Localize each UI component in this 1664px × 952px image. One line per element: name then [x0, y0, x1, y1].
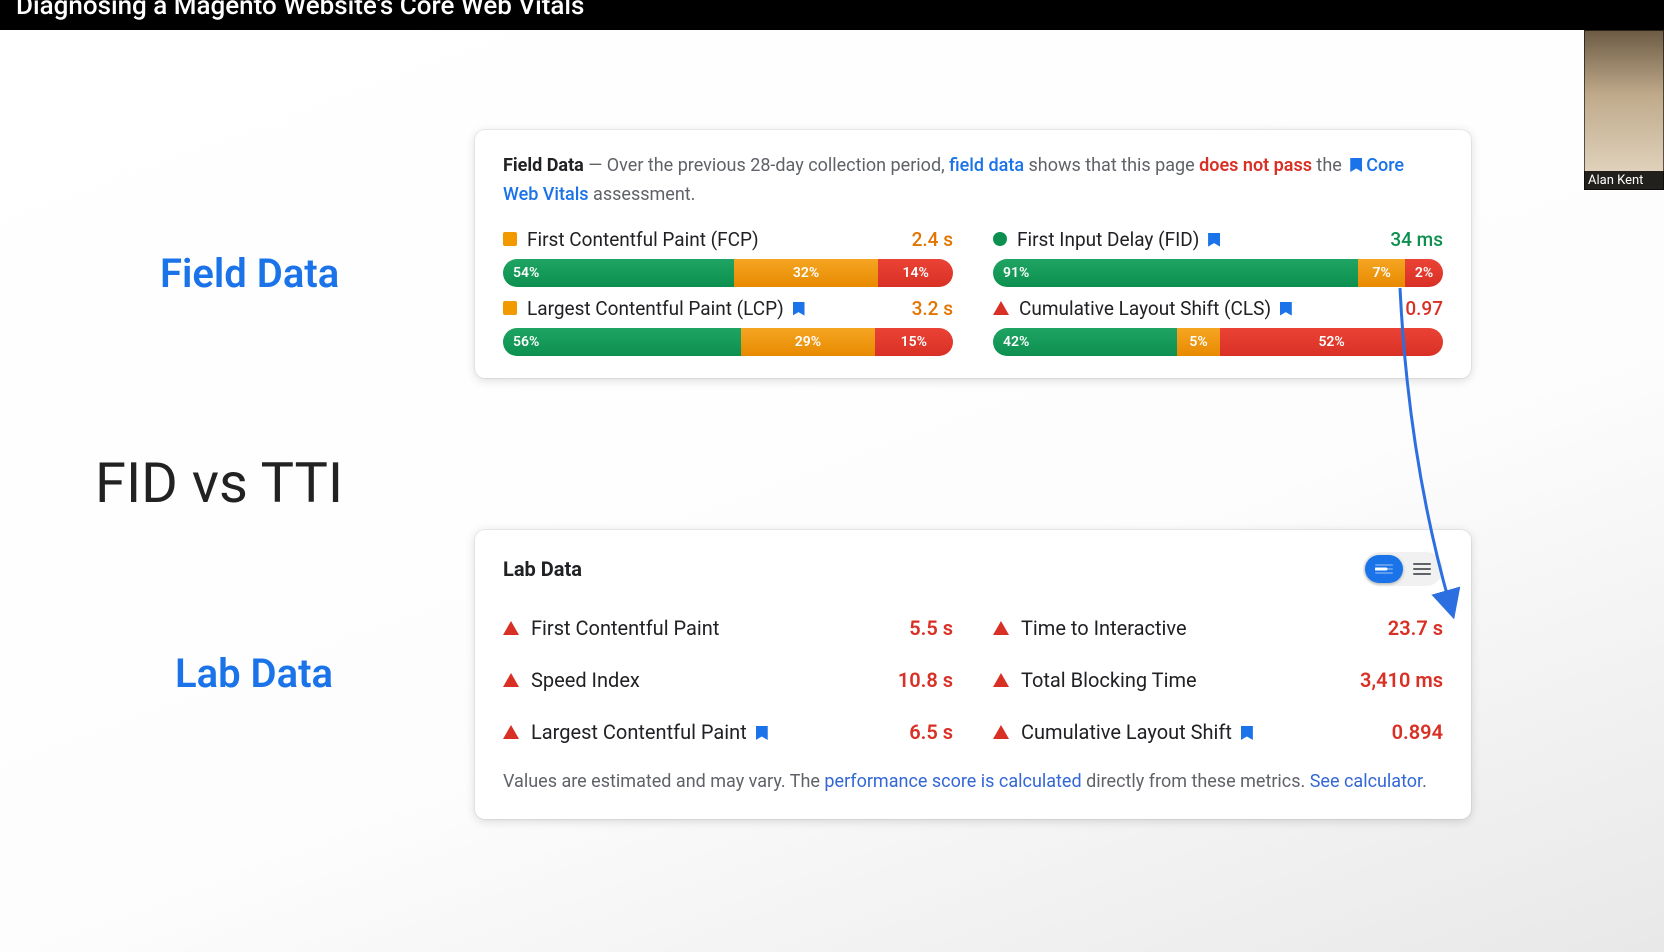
metric-cls: Cumulative Layout Shift (CLS) 0.97 42% 5… [993, 297, 1443, 356]
dist-good: 42% [993, 328, 1177, 356]
dist-needs: 32% [734, 259, 879, 287]
lab-metric-name: Time to Interactive [1021, 616, 1376, 640]
bookmark-icon [793, 302, 805, 316]
video-title-bar: Diagnosing a Magento Website's Core Web … [0, 0, 1664, 30]
triangle-icon [993, 725, 1009, 739]
triangle-icon [503, 621, 519, 635]
triangle-icon [503, 673, 519, 687]
bookmark-icon [1208, 233, 1220, 247]
triangle-icon [993, 673, 1009, 687]
dist-needs: 29% [741, 328, 874, 356]
dist-good: 56% [503, 328, 741, 356]
triangle-icon [993, 301, 1009, 315]
lab-metric-name: Cumulative Layout Shift [1021, 720, 1380, 744]
lab-metric-name: Largest Contentful Paint [531, 720, 897, 744]
lab-data-card: Lab Data First Contentful Paint 5.5 s Ti… [475, 530, 1471, 819]
side-label-field: Field Data [160, 250, 339, 297]
metric-name: First Input Delay (FID) [1017, 228, 1380, 251]
circle-icon [993, 232, 1007, 246]
lab-footer: Values are estimated and may vary. The p… [503, 768, 1443, 797]
dist-poor: 2% [1405, 259, 1443, 287]
lab-metric-si: Speed Index 10.8 s [503, 668, 953, 692]
cwv-fail-text: does not pass [1199, 155, 1312, 176]
see-calculator-link[interactable]: See calculator [1310, 771, 1422, 792]
metric-fcp: First Contentful Paint (FCP) 2.4 s 54% 3… [503, 228, 953, 287]
metric-fid: First Input Delay (FID) 34 ms 91% 7% 2% [993, 228, 1443, 287]
toggle-expanded-icon[interactable] [1403, 555, 1441, 583]
lab-data-title-row: Lab Data [503, 552, 1443, 586]
metric-value: 3.2 s [912, 297, 953, 320]
lab-metrics-grid: First Contentful Paint 5.5 s Time to Int… [503, 616, 1443, 744]
lab-metric-value: 0.894 [1392, 720, 1443, 744]
lab-metric-value: 3,410 ms [1360, 668, 1443, 692]
dist-poor: 52% [1220, 328, 1443, 356]
speaker-name-label: Alan Kent [1584, 171, 1664, 190]
lab-metric-fcp: First Contentful Paint 5.5 s [503, 616, 953, 640]
dist-poor: 14% [878, 259, 953, 287]
metric-name: Cumulative Layout Shift (CLS) [1019, 297, 1395, 320]
lab-metric-value: 5.5 s [909, 616, 953, 640]
lab-metric-cls: Cumulative Layout Shift 0.894 [993, 720, 1443, 744]
lab-metric-lcp: Largest Contentful Paint 6.5 s [503, 720, 953, 744]
triangle-icon [503, 725, 519, 739]
dist-good: 54% [503, 259, 734, 287]
slide-stage: Alan Kent Field Data FID vs TTI Lab Data… [0, 30, 1664, 952]
dist-needs: 7% [1358, 259, 1405, 287]
lab-metric-value: 6.5 s [909, 720, 953, 744]
metric-name: First Contentful Paint (FCP) [527, 228, 902, 251]
fid-distribution-bar: 91% 7% 2% [993, 259, 1443, 287]
dist-poor: 15% [875, 328, 954, 356]
toggle-compact-icon[interactable] [1365, 555, 1403, 583]
perf-score-calc-link[interactable]: performance score is calculated [824, 771, 1081, 792]
lab-metric-name: Total Blocking Time [1021, 668, 1348, 692]
speaker-thumbnail[interactable]: Alan Kent [1584, 30, 1664, 190]
metric-value: 34 ms [1390, 228, 1443, 251]
video-title: Diagnosing a Magento Website's Core Web … [16, 0, 584, 21]
metric-value: 0.97 [1405, 297, 1443, 320]
lab-data-title: Lab Data [503, 557, 582, 581]
lab-metric-value: 10.8 s [898, 668, 953, 692]
metric-value: 2.4 s [912, 228, 953, 251]
square-icon [503, 232, 517, 246]
lab-metric-tbt: Total Blocking Time 3,410 ms [993, 668, 1443, 692]
field-metrics-grid: First Contentful Paint (FCP) 2.4 s 54% 3… [503, 228, 1443, 356]
mid-label-fid-vs-tti: FID vs TTI [95, 450, 343, 516]
lab-metric-name: Speed Index [531, 668, 886, 692]
bookmark-icon [1350, 158, 1362, 172]
triangle-icon [993, 621, 1009, 635]
metric-name: Largest Contentful Paint (LCP) [527, 297, 902, 320]
cls-distribution-bar: 42% 5% 52% [993, 328, 1443, 356]
square-icon [503, 301, 517, 315]
bookmark-icon [756, 726, 768, 740]
side-label-lab: Lab Data [175, 650, 333, 697]
field-data-heading-strong: Field Data [503, 155, 584, 176]
lab-view-toggle[interactable] [1363, 552, 1443, 586]
lab-metric-value: 23.7 s [1388, 616, 1443, 640]
lab-metric-name: First Contentful Paint [531, 616, 897, 640]
bookmark-icon [1241, 726, 1253, 740]
field-data-card: Field Data — Over the previous 28-day co… [475, 130, 1471, 378]
lcp-distribution-bar: 56% 29% 15% [503, 328, 953, 356]
field-data-link[interactable]: field data [949, 155, 1024, 176]
fcp-distribution-bar: 54% 32% 14% [503, 259, 953, 287]
dist-needs: 5% [1177, 328, 1220, 356]
bookmark-icon [1280, 302, 1292, 316]
field-data-heading: Field Data — Over the previous 28-day co… [503, 152, 1443, 210]
dist-good: 91% [993, 259, 1358, 287]
lab-metric-tti: Time to Interactive 23.7 s [993, 616, 1443, 640]
metric-lcp: Largest Contentful Paint (LCP) 3.2 s 56%… [503, 297, 953, 356]
